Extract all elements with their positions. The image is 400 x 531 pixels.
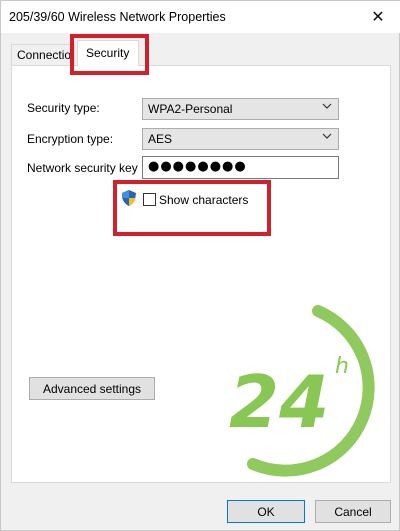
- properties-dialog: 205/39/60 Wireless Network Properties ✕ …: [0, 0, 400, 531]
- network-security-key-field[interactable]: ●●●●●●●●: [142, 156, 339, 179]
- encryption-type-value: AES: [148, 132, 173, 146]
- close-button[interactable]: ✕: [355, 1, 400, 33]
- chevron-down-icon: [322, 131, 332, 144]
- show-characters-checkbox[interactable]: [143, 193, 156, 206]
- watermark-logo: 24 h: [223, 299, 383, 479]
- watermark-superscript: h: [335, 354, 349, 379]
- close-icon: ✕: [371, 9, 385, 26]
- security-type-value: WPA2-Personal: [148, 102, 233, 116]
- encryption-type-label: Encryption type:: [27, 132, 114, 146]
- network-security-key-label: Network security key: [27, 161, 138, 175]
- advanced-settings-button[interactable]: Advanced settings: [29, 377, 155, 400]
- encryption-type-select[interactable]: AES: [142, 128, 339, 150]
- security-type-label: Security type:: [27, 101, 100, 115]
- show-characters-label[interactable]: Show characters: [159, 193, 248, 207]
- shield-icon: [122, 190, 136, 206]
- security-type-select[interactable]: WPA2-Personal: [142, 98, 339, 120]
- watermark-number: 24: [229, 360, 329, 444]
- tab-security[interactable]: Security: [77, 40, 139, 66]
- cancel-button[interactable]: Cancel: [315, 500, 391, 523]
- tab-connection[interactable]: Connection: [11, 44, 75, 65]
- ok-button[interactable]: OK: [227, 500, 305, 523]
- title-bar: 205/39/60 Wireless Network Properties ✕: [1, 1, 400, 33]
- window-title: 205/39/60 Wireless Network Properties: [9, 10, 226, 24]
- chevron-down-icon: [322, 101, 332, 114]
